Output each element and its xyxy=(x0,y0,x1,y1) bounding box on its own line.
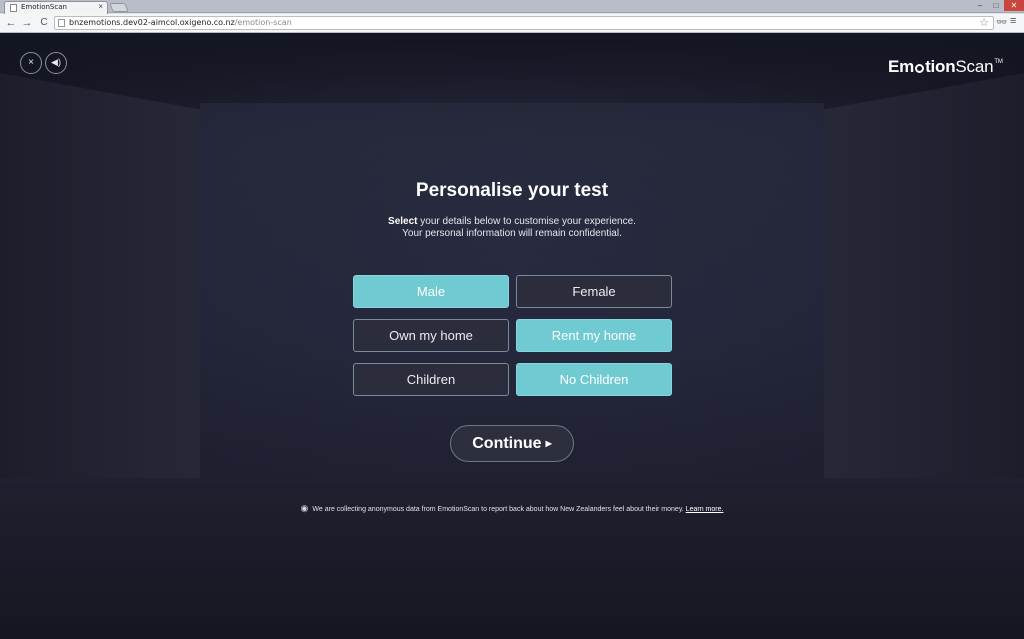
maximize-button[interactable]: □ xyxy=(988,0,1004,11)
continue-button[interactable]: Continue ▶ xyxy=(450,425,574,462)
data-disclaimer: ◉ We are collecting anonymous data from E… xyxy=(0,503,1024,514)
browser-toolbar: ← → C bnzemotions.dev02-aimcol.oxigeno.c… xyxy=(0,14,1024,33)
close-button[interactable]: × xyxy=(20,52,42,74)
emotionscan-page: × ◀) Em tionScanTM Personalise your test … xyxy=(0,33,1024,639)
url-host: bnzemotions.dev02-aimcol.oxigeno.co.nz xyxy=(69,18,235,27)
option-female[interactable]: Female xyxy=(516,275,672,308)
page-icon xyxy=(58,19,65,27)
sound-icon[interactable]: ◀) xyxy=(45,52,67,74)
page-subtitle: Select your details below to customise y… xyxy=(0,216,1024,240)
new-tab-button[interactable] xyxy=(109,3,129,12)
option-rent-home[interactable]: Rent my home xyxy=(516,319,672,352)
back-icon[interactable]: ← xyxy=(4,16,18,30)
option-no-children[interactable]: No Children xyxy=(516,363,672,396)
reload-icon[interactable]: C xyxy=(37,16,51,30)
emotionscan-logo: Em tionScanTM xyxy=(888,57,1003,76)
browser-tab[interactable]: EmotionScan × xyxy=(4,1,108,14)
eye-icon: ◉ xyxy=(300,503,309,513)
subtitle-line-2: Your personal information will remain co… xyxy=(402,228,622,239)
tab-close-icon[interactable]: × xyxy=(98,2,103,11)
learn-more-link[interactable]: Learn more. xyxy=(686,506,724,513)
browser-chrome: EmotionScan × – □ ✕ ← → C bnzemotions.de… xyxy=(0,0,1024,33)
extension-glasses-icon[interactable]: 👓 xyxy=(996,17,1007,28)
option-male[interactable]: Male xyxy=(353,275,509,308)
continue-label: Continue xyxy=(472,435,542,452)
forward-icon[interactable]: → xyxy=(20,16,34,30)
page-title: Personalise your test xyxy=(415,180,609,201)
option-own-home[interactable]: Own my home xyxy=(353,319,509,352)
bookmark-star-icon[interactable]: ☆ xyxy=(979,16,989,29)
url-text: bnzemotions.dev02-aimcol.oxigeno.co.nz/e… xyxy=(69,18,292,27)
subtitle-line-1: Select your details below to customise y… xyxy=(388,216,636,227)
url-path: /emotion-scan xyxy=(234,18,292,27)
menu-icon[interactable]: ≡ xyxy=(1010,15,1016,27)
disclaimer-text: We are collecting anonymous data from Em… xyxy=(312,506,684,513)
page-icon xyxy=(10,4,17,12)
tab-strip: EmotionScan × – □ ✕ xyxy=(0,0,1024,14)
minimize-button[interactable]: – xyxy=(972,0,988,11)
window-close-button[interactable]: ✕ xyxy=(1004,0,1024,11)
address-bar[interactable]: bnzemotions.dev02-aimcol.oxigeno.co.nz/e… xyxy=(54,16,994,30)
option-children[interactable]: Children xyxy=(353,363,509,396)
play-arrow-icon: ▶ xyxy=(545,439,552,448)
tab-title: EmotionScan xyxy=(21,3,67,11)
